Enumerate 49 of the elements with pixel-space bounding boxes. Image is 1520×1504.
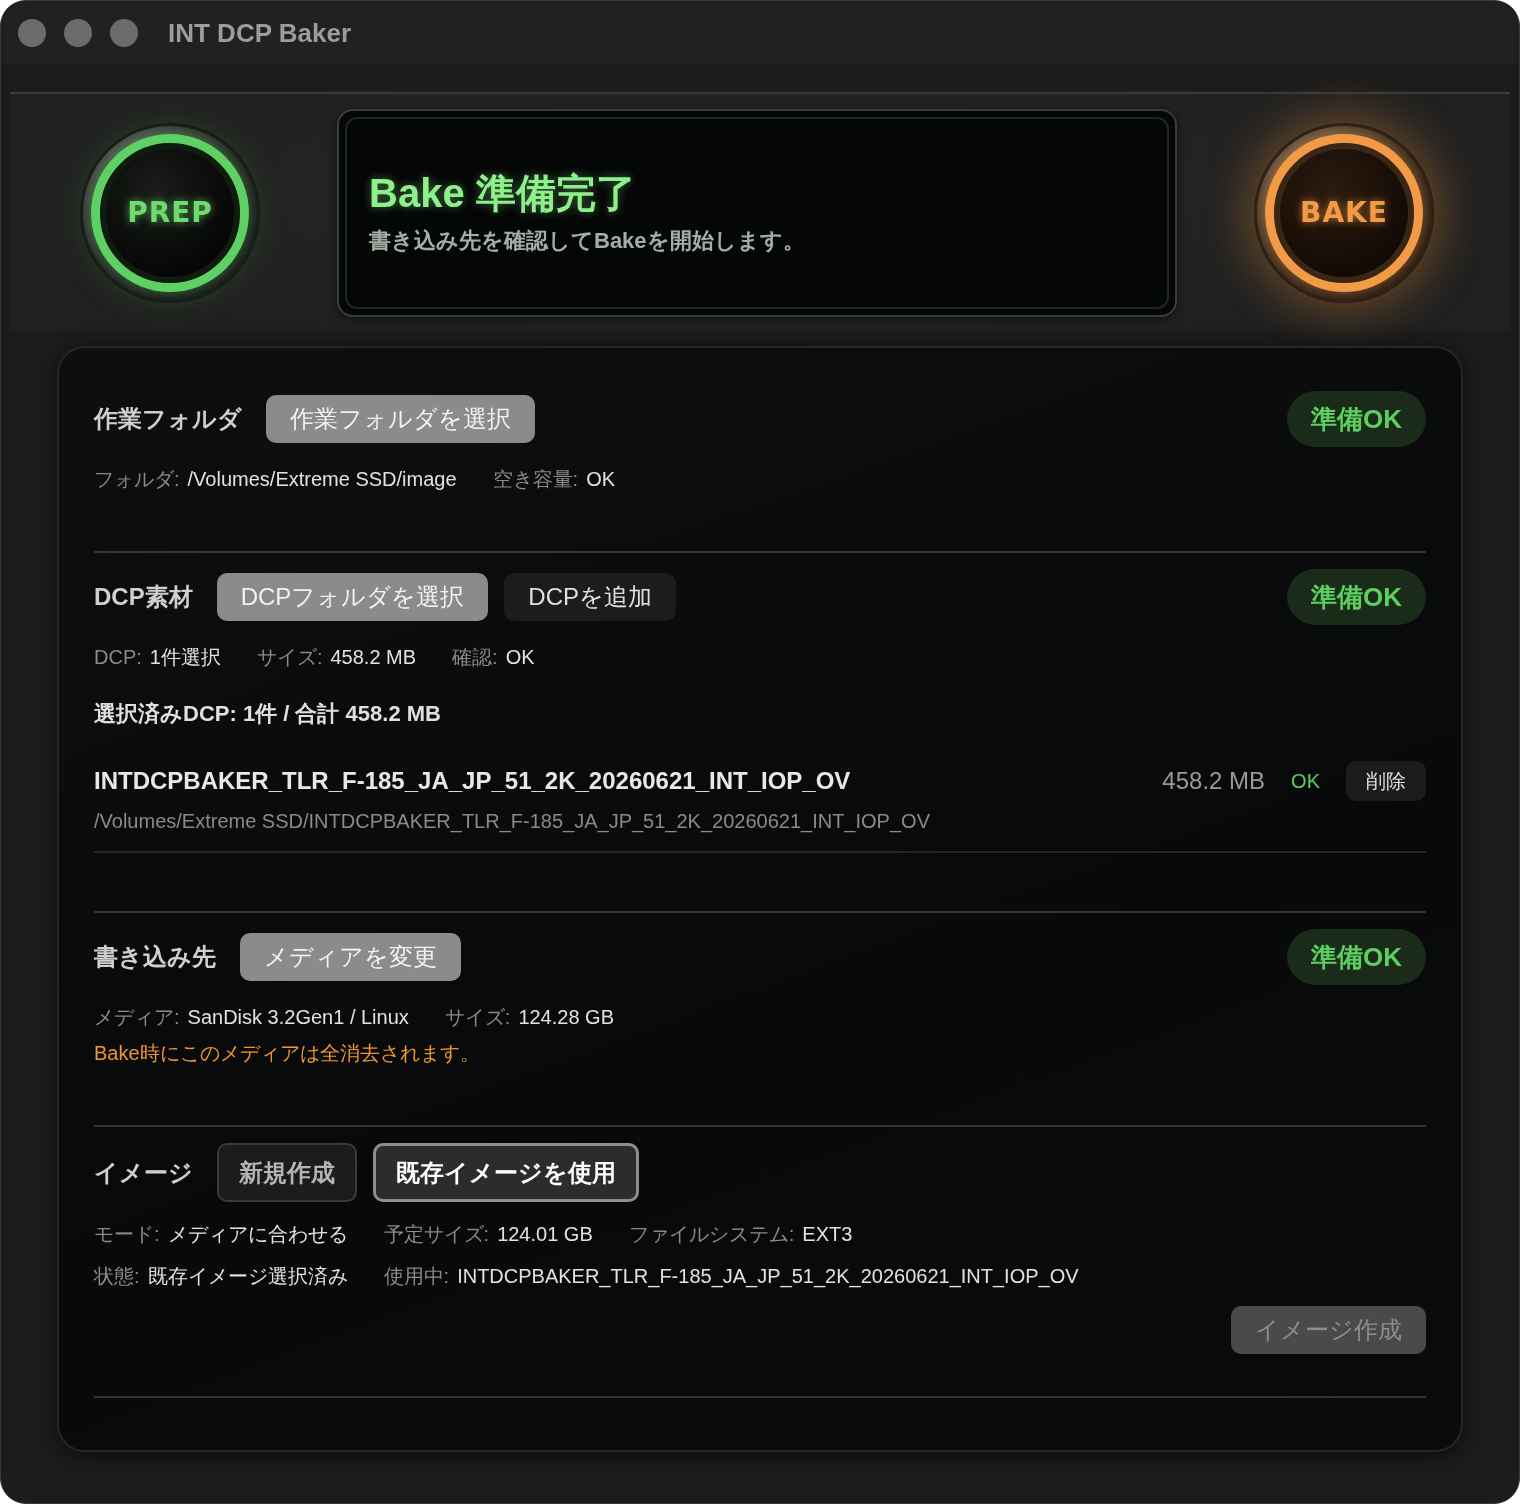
dcp-size: 458.2 MB: [1162, 766, 1266, 796]
ready-badge: 準備OK: [1287, 569, 1426, 625]
info-value: 1件選択: [149, 645, 221, 670]
info-label: フォルダ:: [94, 467, 180, 492]
info-value: SanDisk 3.2Gen1 / Linux: [187, 1005, 409, 1030]
info-label: 状態:: [94, 1264, 140, 1289]
info-value: メディアに合わせる: [167, 1222, 348, 1247]
dcp-status: OK: [1291, 769, 1320, 794]
selection-summary: 選択済みDCP: 1件 / 合計 458.2 MB: [94, 700, 442, 728]
ready-badge: 準備OK: [1287, 391, 1426, 447]
dcp-path: /Volumes/Extreme SSD/INTDCPBAKER_TLR_F-185_JA_JP_51_2K_20260621_INT_IOP_OV: [94, 809, 931, 835]
window-control-button[interactable]: [18, 18, 46, 47]
info-value: OK: [586, 467, 616, 492]
info-label: 使用中:: [383, 1264, 450, 1289]
info-value: EXT3: [802, 1222, 853, 1247]
info-label: DCP:: [94, 645, 142, 670]
info-label: ファイルシステム:: [628, 1222, 795, 1247]
info-label: サイズ:: [444, 1005, 511, 1030]
delete-button[interactable]: 削除: [1346, 761, 1426, 801]
section-label: 書き込み先: [94, 942, 216, 972]
info-value: /Volumes/Extreme SSD/image: [187, 467, 457, 492]
section-label: DCP素材: [94, 582, 193, 612]
window-title: INT DCP Baker: [168, 16, 352, 49]
info-label: モード:: [94, 1222, 160, 1247]
info-value: 124.01 GB: [497, 1222, 593, 1247]
prep-button[interactable]: PREP: [80, 122, 260, 303]
info-label: 予定サイズ:: [383, 1222, 490, 1247]
info-label: メディア:: [94, 1005, 180, 1030]
add-dcp-button[interactable]: DCPを追加: [504, 573, 676, 621]
section-label: イメージ: [94, 1157, 193, 1188]
mode-option-button[interactable]: 既存イメージを使用: [373, 1143, 639, 1202]
info-value: 124.28 GB: [518, 1005, 614, 1030]
info-label: 確認:: [452, 645, 498, 670]
mode-option-button[interactable]: 新規作成: [217, 1143, 357, 1202]
ready-badge: 準備OK: [1287, 929, 1426, 985]
erase-warning: Bake時にこのメディアは全消去されます。: [94, 1041, 481, 1066]
section-label: 作業フォルダ: [94, 404, 242, 434]
window-control-button[interactable]: [110, 18, 138, 47]
info-label: サイズ:: [256, 645, 323, 670]
window-control-button[interactable]: [64, 18, 92, 47]
status-title: Bake 準備完了: [369, 170, 636, 217]
info-label: 空き容量:: [492, 467, 579, 492]
info-value: 458.2 MB: [330, 645, 417, 670]
info-value: 既存イメージ選択済み: [147, 1264, 348, 1289]
dcp-name: INTDCPBAKER_TLR_F-185_JA_JP_51_2K_20260621_INT_IOP_OV: [94, 766, 852, 796]
info-value: OK: [505, 645, 535, 670]
bake-button[interactable]: BAKE: [1254, 122, 1434, 303]
status-message: 書き込み先を確認してBakeを開始します。: [369, 227, 805, 255]
info-value: INTDCPBAKER_TLR_F-185_JA_JP_51_2K_20260621_INT_IOP_OV: [457, 1264, 1079, 1290]
